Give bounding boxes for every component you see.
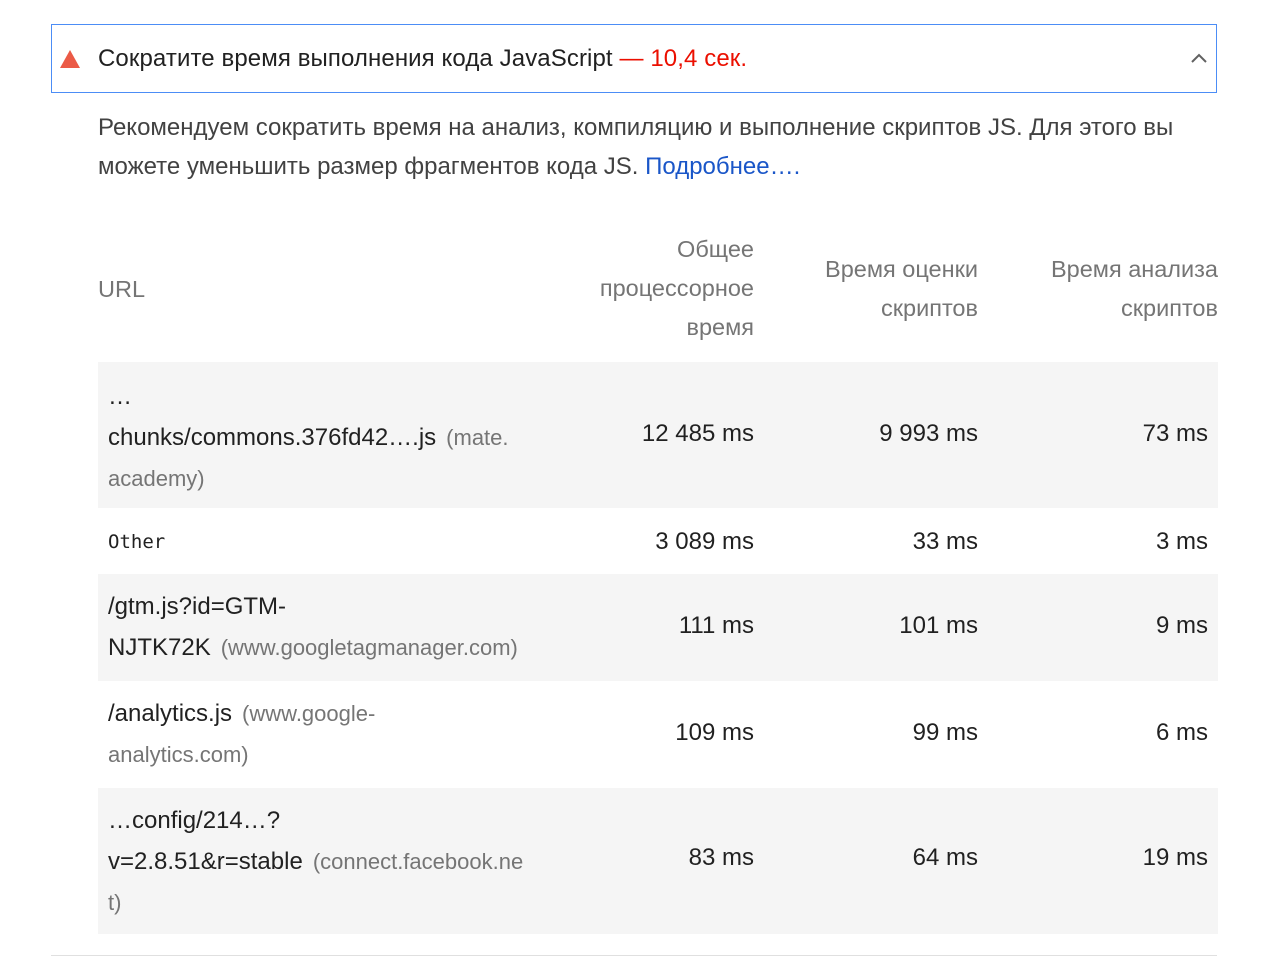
script-parse-value: 6 ms (1155, 719, 1208, 746)
url-text-line1: … (108, 383, 132, 410)
url-cell: /gtm.js?id=GTM- NJTK72K (www.googletagman… (108, 586, 568, 668)
column-header-total-line2: процессорное (599, 275, 754, 301)
column-header-parse-line1: Время анализа (1050, 256, 1218, 282)
table-row: /analytics.js (www.google- analytics.com)… (98, 681, 1218, 788)
url-host-line2: academy) (108, 466, 205, 491)
url-text-line2: NJTK72K (108, 634, 211, 661)
url-text-line2: chunks/commons.376fd42….js (108, 424, 437, 451)
chevron-up-icon[interactable] (1190, 51, 1208, 65)
audit-divider (51, 955, 1217, 956)
url-cell: … chunks/commons.376fd42….js (mate. acade… (108, 376, 568, 499)
audit-display-value: — 10,4 сек. (619, 45, 748, 72)
column-header-total-line3: время (686, 314, 754, 340)
total-cpu-time-value: 3 089 ms (655, 528, 754, 555)
audit-title-text: Сократите время выполнения кода JavaScri… (98, 45, 613, 72)
script-evaluation-value: 64 ms (912, 844, 978, 871)
script-evaluation-value: 33 ms (912, 528, 978, 555)
script-evaluation-value: 9 993 ms (879, 420, 978, 447)
column-header-total-cpu-time: Общее процессорное время (534, 230, 754, 347)
total-cpu-time-value: 111 ms (678, 612, 754, 639)
bootup-time-table: URL Общее процессорное время Время оценк… (98, 224, 1218, 934)
learn-more-link[interactable]: Подробнее…. (645, 153, 800, 180)
previous-audit-partial (98, 0, 718, 4)
url-host-line2: analytics.com) (108, 742, 249, 767)
column-header-script-parse: Время анализа скриптов (998, 250, 1218, 328)
column-header-url: URL (98, 276, 146, 302)
table-row: /gtm.js?id=GTM- NJTK72K (www.googletagman… (98, 574, 1218, 681)
script-parse-value: 3 ms (1155, 528, 1208, 555)
warning-triangle-icon (60, 50, 80, 68)
url-host: (connect.facebook.ne (312, 849, 524, 874)
url-text-line1: /gtm.js?id=GTM- (108, 593, 287, 620)
audit-title: Сократите время выполнения кода JavaScri… (98, 45, 747, 73)
column-header-total-line1: Общее (677, 236, 754, 262)
total-cpu-time-value: 109 ms (675, 719, 754, 746)
url-host: (www.google- (242, 701, 376, 726)
table-row: Other 3 089 ms 33 ms 3 ms (98, 508, 1218, 574)
column-header-eval-line2: скриптов (880, 295, 978, 321)
table-header: URL Общее процессорное время Время оценк… (98, 224, 1218, 362)
url-text: Other (108, 531, 166, 553)
total-cpu-time-value: 83 ms (688, 844, 754, 871)
script-parse-value: 19 ms (1142, 844, 1208, 871)
url-text-line2: v=2.8.51&r=stable (108, 848, 303, 875)
script-parse-value: 9 ms (1155, 612, 1208, 639)
url-host: (www.googletagmanager.com) (220, 635, 518, 660)
audit-header-bootup-time[interactable]: Сократите время выполнения кода JavaScri… (51, 24, 1217, 93)
url-text: /analytics.js (108, 700, 233, 727)
description-text: Рекомендуем сократить время на анализ, к… (98, 114, 1174, 180)
column-header-eval-line1: Время оценки (825, 256, 978, 282)
script-evaluation-value: 101 ms (899, 612, 978, 639)
table-row: …config/214…? v=2.8.51&r=stable (connect.… (98, 788, 1218, 934)
script-evaluation-value: 99 ms (912, 719, 978, 746)
url-host: (mate. (446, 425, 509, 450)
script-parse-value: 73 ms (1142, 420, 1208, 447)
column-header-script-evaluation: Время оценки скриптов (758, 250, 978, 328)
url-cell: …config/214…? v=2.8.51&r=stable (connect.… (108, 800, 568, 923)
column-header-parse-line2: скриптов (1120, 295, 1218, 321)
audit-description: Рекомендуем сократить время на анализ, к… (98, 108, 1208, 186)
table-row: … chunks/commons.376fd42….js (mate. acade… (98, 362, 1218, 508)
url-cell: /analytics.js (www.google- analytics.com) (108, 693, 568, 775)
url-cell: Other (108, 522, 568, 563)
total-cpu-time-value: 12 485 ms (641, 420, 754, 447)
url-host-line2: t) (108, 890, 122, 915)
url-text-line1: …config/214…? (108, 807, 281, 834)
